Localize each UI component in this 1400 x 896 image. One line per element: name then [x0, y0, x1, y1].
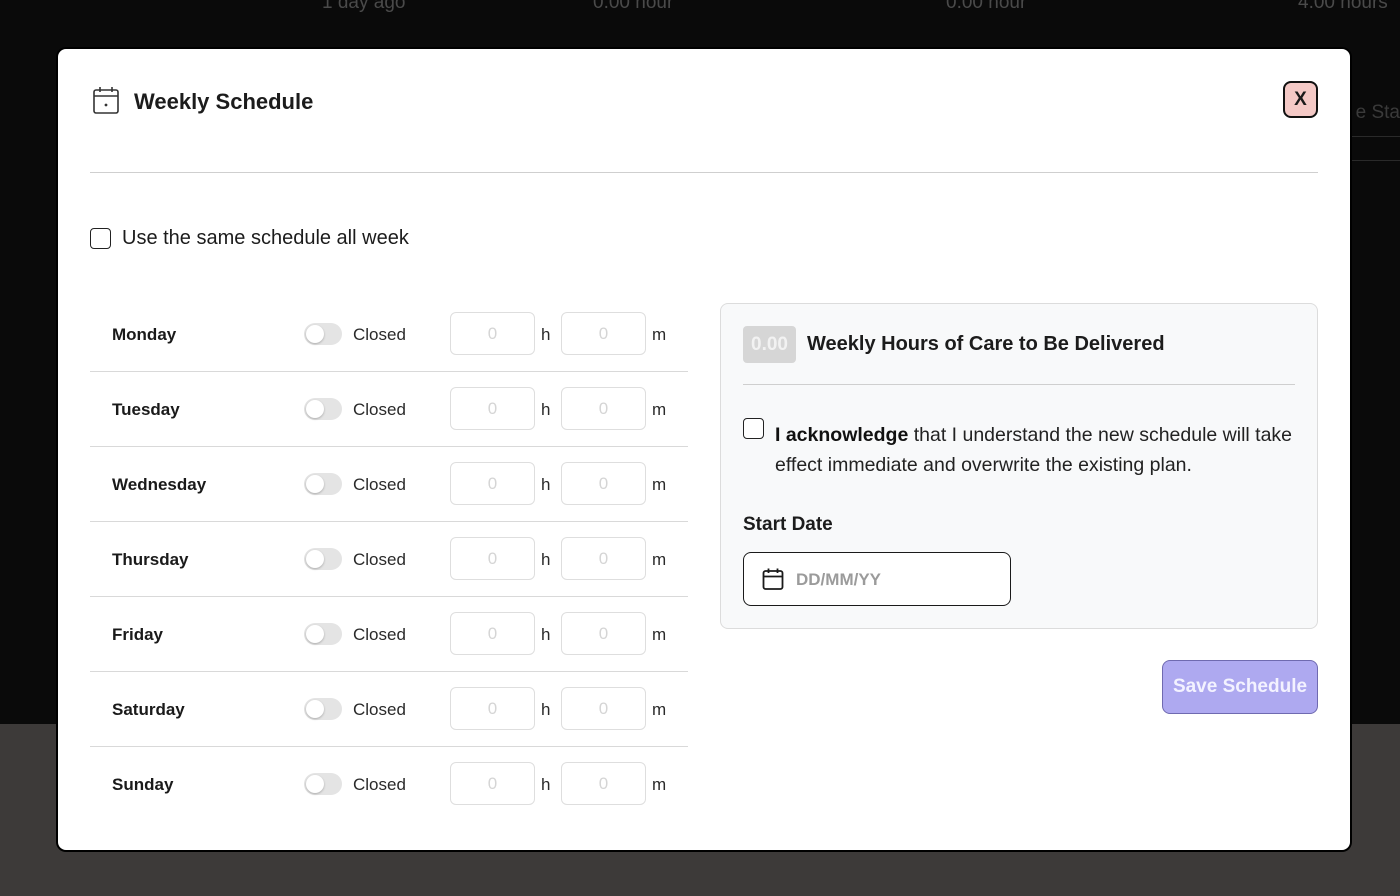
acknowledge-text: I acknowledge that I understand the new … [775, 420, 1305, 480]
day-row-wednesday: Wednesday Closed 0 h 0 m [90, 447, 688, 522]
minutes-unit: m [652, 325, 667, 344]
day-row-sunday: Sunday Closed 0 h 0 m [90, 747, 688, 822]
start-date-placeholder: DD/MM/YY [796, 570, 881, 589]
minutes-input[interactable]: 0 [561, 537, 646, 580]
background-row-text: 4.00 hours [1298, 0, 1388, 13]
day-row-thursday: Thursday Closed 0 h 0 m [90, 522, 688, 597]
day-row-friday: Friday Closed 0 h 0 m [90, 597, 688, 672]
minutes-input[interactable]: 0 [561, 762, 646, 805]
schedule-summary-panel: 0.00 Weekly Hours of Care to Be Delivere… [720, 303, 1318, 629]
minutes-input[interactable]: 0 [561, 462, 646, 505]
background-row-text: 0.00 hour [593, 0, 674, 13]
modal-header: Weekly Schedule X [90, 81, 1318, 173]
day-name: Friday [112, 625, 164, 644]
day-open-toggle[interactable] [304, 548, 342, 570]
toggle-knob [306, 325, 324, 343]
same-schedule-label: Use the same schedule all week [122, 227, 409, 249]
minutes-unit: m [652, 475, 667, 494]
toggle-knob [306, 700, 324, 718]
modal-title: Weekly Schedule [134, 89, 314, 114]
day-open-toggle[interactable] [304, 398, 342, 420]
weekly-hours-badge: 0.00 [743, 326, 796, 363]
day-name: Sunday [112, 775, 174, 794]
hours-unit: h [541, 400, 551, 419]
day-status: Closed [353, 700, 406, 719]
day-status: Closed [353, 475, 406, 494]
minutes-input[interactable]: 0 [561, 687, 646, 730]
day-status: Closed [353, 625, 406, 644]
day-status: Closed [353, 775, 406, 794]
day-open-toggle[interactable] [304, 698, 342, 720]
background-right-text: e Sta [1355, 102, 1400, 123]
weekly-schedule-modal: Weekly Schedule X Use the same schedule … [58, 49, 1350, 850]
minutes-input[interactable]: 0 [561, 612, 646, 655]
acknowledge-checkbox[interactable] [743, 418, 764, 439]
minutes-input[interactable]: 0 [561, 387, 646, 430]
minutes-unit: m [652, 400, 667, 419]
calendar-icon [762, 568, 784, 590]
day-status: Closed [353, 550, 406, 569]
calendar-icon [93, 87, 119, 114]
hours-input[interactable]: 0 [450, 612, 535, 655]
same-schedule-option[interactable]: Use the same schedule all week [90, 227, 409, 250]
panel-divider [743, 384, 1295, 385]
day-open-toggle[interactable] [304, 623, 342, 645]
background-row-text: 1 day ago [322, 0, 406, 13]
minutes-unit: m [652, 550, 667, 569]
toggle-knob [306, 550, 324, 568]
toggle-knob [306, 400, 324, 418]
toggle-knob [306, 625, 324, 643]
hours-unit: h [541, 625, 551, 644]
day-status: Closed [353, 400, 406, 419]
day-name: Thursday [112, 550, 189, 569]
hours-unit: h [541, 325, 551, 344]
weekly-hours-label: Weekly Hours of Care to Be Delivered [807, 333, 1165, 355]
start-date-label: Start Date [743, 514, 833, 535]
day-schedule-list: Monday Closed 0 h 0 m Tuesday Closed 0 h… [90, 297, 688, 822]
hours-input[interactable]: 0 [450, 462, 535, 505]
day-name: Saturday [112, 700, 185, 719]
minutes-unit: m [652, 700, 667, 719]
hours-unit: h [541, 775, 551, 794]
minutes-input[interactable]: 0 [561, 312, 646, 355]
hours-input[interactable]: 0 [450, 687, 535, 730]
day-open-toggle[interactable] [304, 323, 342, 345]
day-open-toggle[interactable] [304, 773, 342, 795]
hours-input[interactable]: 0 [450, 537, 535, 580]
same-schedule-checkbox[interactable] [90, 228, 111, 249]
background-row-text: 0.00 hour [946, 0, 1027, 13]
start-date-field[interactable]: DD/MM/YY [743, 552, 1011, 606]
save-schedule-button[interactable]: Save Schedule [1162, 660, 1318, 714]
minutes-unit: m [652, 775, 667, 794]
day-row-tuesday: Tuesday Closed 0 h 0 m [90, 372, 688, 447]
toggle-knob [306, 775, 324, 793]
hours-unit: h [541, 550, 551, 569]
day-open-toggle[interactable] [304, 473, 342, 495]
day-row-monday: Monday Closed 0 h 0 m [90, 297, 688, 372]
acknowledge-bold: I acknowledge [775, 424, 909, 446]
day-name: Tuesday [112, 400, 180, 419]
day-status: Closed [353, 325, 406, 344]
hours-input[interactable]: 0 [450, 387, 535, 430]
hours-unit: h [541, 475, 551, 494]
hours-input[interactable]: 0 [450, 762, 535, 805]
day-name: Wednesday [112, 475, 207, 494]
toggle-knob [306, 475, 324, 493]
close-button[interactable]: X [1283, 81, 1318, 118]
day-row-saturday: Saturday Closed 0 h 0 m [90, 672, 688, 747]
day-name: Monday [112, 325, 177, 344]
hours-unit: h [541, 700, 551, 719]
hours-input[interactable]: 0 [450, 312, 535, 355]
minutes-unit: m [652, 625, 667, 644]
